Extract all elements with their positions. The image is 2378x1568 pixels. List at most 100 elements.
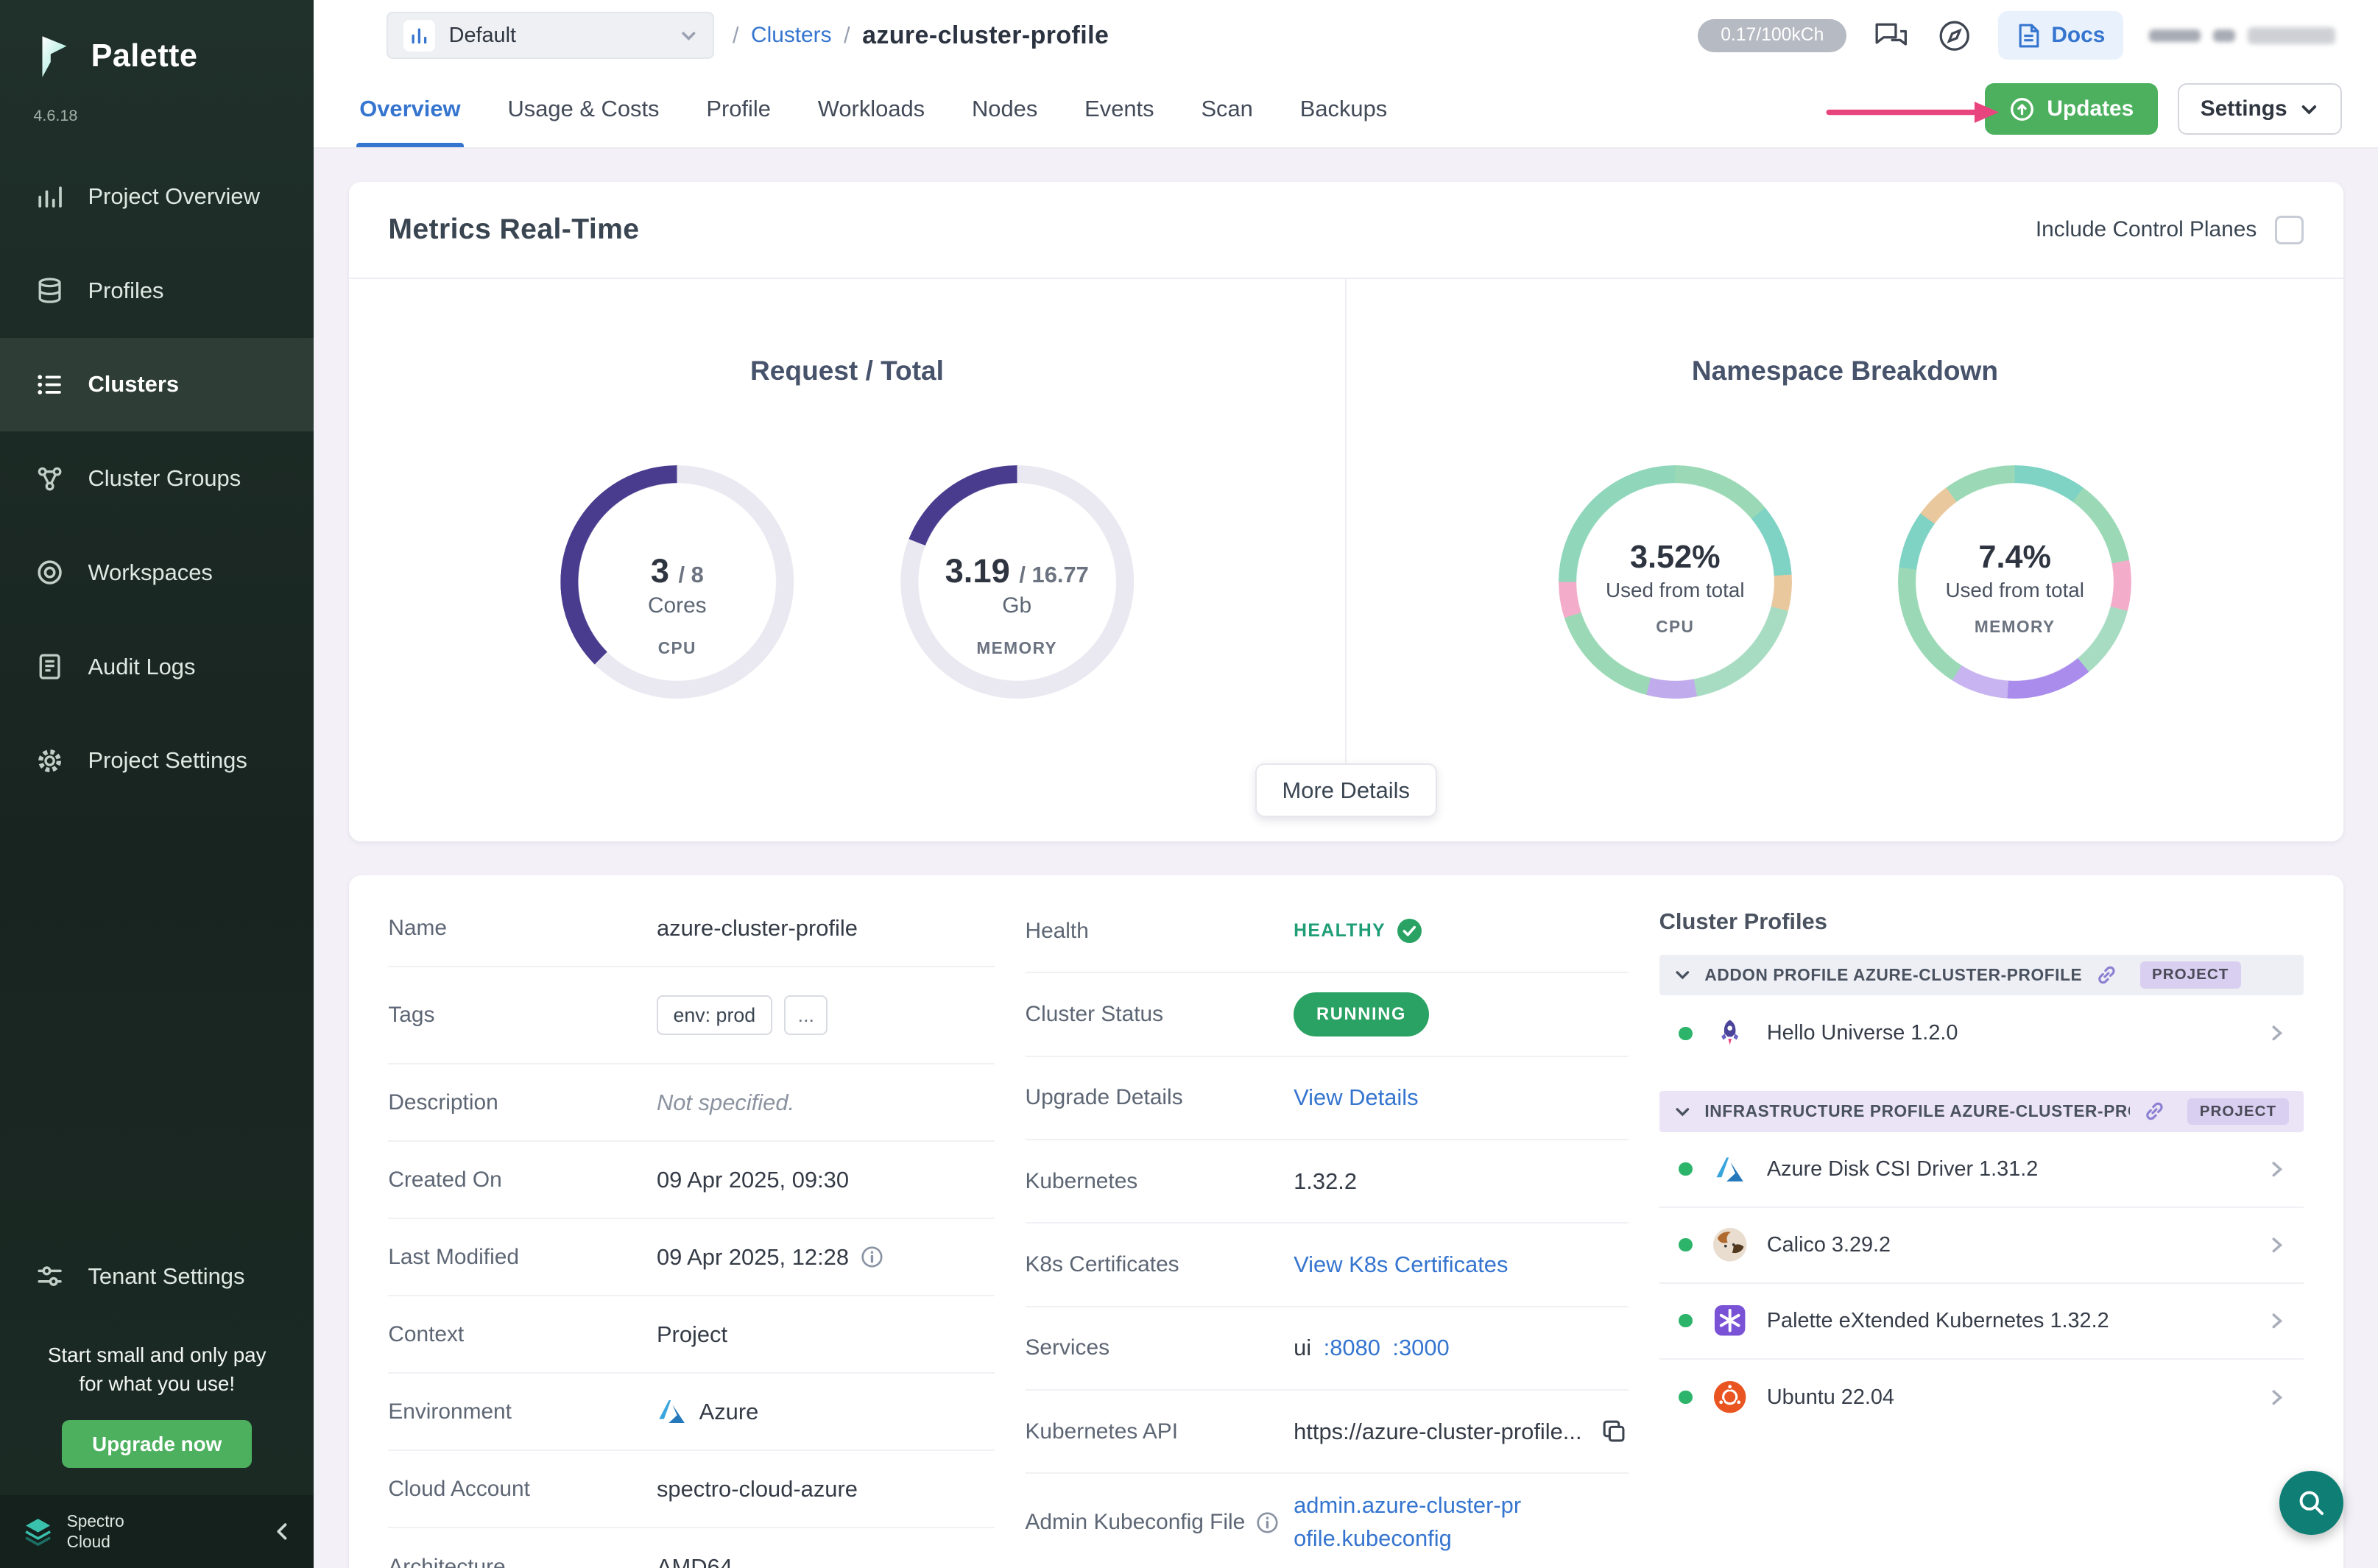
brand-name: Palette (91, 38, 198, 74)
updates-button[interactable]: Updates (1985, 83, 2158, 135)
cluster-overview-page: { "colors": { "accent_blue": "#3575cf", … (0, 0, 2378, 1568)
palette-logo-icon (30, 30, 76, 82)
namespace-cpu-pct: 3.52% (1630, 540, 1721, 576)
detail-row-name: Name azure-cluster-profile (388, 890, 995, 967)
update-circle-icon (2009, 96, 2035, 122)
collapse-sidebar-icon[interactable] (272, 1521, 293, 1542)
sidebar-item-workspaces[interactable]: Workspaces (0, 526, 314, 620)
sidebar-item-audit-logs[interactable]: Audit Logs (0, 620, 314, 714)
sidebar-item-project-settings[interactable]: Project Settings (0, 713, 314, 808)
include-control-planes: Include Control Planes (2036, 216, 2304, 244)
detail-row-cloud-account: Cloud Account spectro-cloud-azure (388, 1451, 995, 1528)
detail-row-admin-kubeconfig: Admin Kubeconfig File admin.azure-cluste… (1026, 1474, 1629, 1568)
status-dot (1679, 1314, 1693, 1328)
azure-icon (1711, 1150, 1749, 1188)
breadcrumb-separator: / (844, 22, 850, 49)
project-badge: PROJECT (2187, 1098, 2288, 1125)
view-k8s-certificates-link[interactable]: View K8s Certificates (1294, 1251, 1629, 1278)
tab-profile[interactable]: Profile (706, 71, 771, 147)
sidebar-item-profiles[interactable]: Profiles (0, 244, 314, 338)
metrics-card-head: Metrics Real-Time Include Control Planes (349, 182, 2343, 279)
infrastructure-profile-group: INFRASTRUCTURE PROFILE AZURE-CLUSTER-PRO… (1659, 1091, 2304, 1435)
tab-overview[interactable]: Overview (359, 71, 460, 147)
sidebar-item-tenant-settings[interactable]: Tenant Settings (0, 1229, 314, 1324)
user-menu-redacted[interactable] (2149, 27, 2335, 44)
tab-usage-costs[interactable]: Usage & Costs (507, 71, 659, 147)
tab-workloads[interactable]: Workloads (818, 71, 925, 147)
profile-item-calico[interactable]: Calico 3.29.2 (1659, 1208, 2304, 1284)
project-selector-value: Default (449, 24, 666, 48)
chevron-down-icon (1674, 1103, 1691, 1120)
main-area: Default / Clusters / azure-cluster-profi… (314, 0, 2378, 1568)
link-icon (2144, 1101, 2165, 1122)
topbar-right: 0.17/100kCh Docs (1698, 11, 2335, 60)
upgrade-now-button[interactable]: Upgrade now (62, 1420, 252, 1468)
sidebar-item-project-overview[interactable]: Project Overview (0, 149, 314, 244)
more-tags-chip[interactable]: ... (784, 995, 828, 1035)
project-chart-icon (403, 20, 435, 52)
clusters-list-icon (35, 370, 65, 400)
settings-button[interactable]: Settings (2178, 83, 2342, 135)
tab-backups[interactable]: Backups (1300, 71, 1387, 147)
status-dot (1679, 1391, 1693, 1405)
gear-icon (35, 746, 65, 776)
addon-profile-header[interactable]: ADDON PROFILE AZURE-CLUSTER-PROFILE PROJ… (1659, 955, 2304, 996)
metrics-title: Metrics Real-Time (388, 213, 639, 246)
detail-row-k8s-certificates: K8s Certificates View K8s Certificates (1026, 1223, 1629, 1307)
upgrade-promo-text: Start small and only pay for what you us… (0, 1324, 314, 1399)
tab-nodes[interactable]: Nodes (972, 71, 1037, 147)
breadcrumb-separator: / (733, 22, 739, 49)
memory-unit: Gb (1002, 593, 1031, 618)
more-details-button[interactable]: More Details (1255, 763, 1437, 817)
service-port-8080-link[interactable]: :8080 (1324, 1335, 1380, 1361)
project-selector[interactable]: Default (387, 12, 714, 59)
cluster-profiles-title: Cluster Profiles (1659, 908, 2304, 935)
layers-icon (35, 275, 65, 306)
memory-request-value: 3.19 (945, 552, 1010, 590)
profile-item-palette-extended-k8s[interactable]: Palette eXtended Kubernetes 1.32.2 (1659, 1284, 2304, 1360)
calico-icon (1711, 1226, 1749, 1264)
view-details-link[interactable]: View Details (1294, 1084, 1629, 1111)
detail-row-kubernetes: Kubernetes 1.32.2 (1026, 1140, 1629, 1223)
detail-row-created-on: Created On 09 Apr 2025, 09:30 (388, 1142, 995, 1219)
search-fab[interactable] (2279, 1471, 2343, 1535)
docs-button[interactable]: Docs (1998, 11, 2123, 60)
breadcrumb-current: azure-cluster-profile (862, 21, 1109, 50)
kubeconfig-download-link[interactable]: admin.azure-cluster-profile.kubeconfig (1294, 1489, 1524, 1555)
service-port-3000-link[interactable]: :3000 (1392, 1335, 1449, 1361)
link-icon (2096, 964, 2117, 986)
cpu-unit: Cores (648, 593, 707, 618)
sidebar-item-clusters[interactable]: Clusters (0, 338, 314, 432)
chat-icon[interactable] (1872, 18, 1910, 53)
service-name: ui (1294, 1335, 1311, 1361)
cluster-details-card: Name azure-cluster-profile Tags env: pro… (349, 875, 2343, 1568)
status-dot (1679, 1162, 1693, 1176)
more-details-row: More Details (349, 763, 2343, 841)
sidebar-item-cluster-groups[interactable]: Cluster Groups (0, 431, 314, 526)
tab-events[interactable]: Events (1084, 71, 1154, 147)
sidebar-item-label: Tenant Settings (88, 1263, 244, 1290)
status-dot (1679, 1027, 1693, 1041)
include-control-planes-label: Include Control Planes (2036, 217, 2257, 242)
sidebar-item-label: Workspaces (88, 559, 212, 586)
addon-profile-group: ADDON PROFILE AZURE-CLUSTER-PROFILE PROJ… (1659, 955, 2304, 1072)
cpu-request-total: / 8 (679, 562, 704, 587)
memory-request-total: / 16.77 (1019, 562, 1088, 587)
memory-request-donut: 3.19 / 16.77 Gb MEMORY (900, 465, 1134, 699)
chart-bars-icon (35, 181, 65, 211)
include-control-planes-checkbox[interactable] (2275, 216, 2304, 244)
profile-item-azure-disk-csi[interactable]: Azure Disk CSI Driver 1.31.2 (1659, 1132, 2304, 1208)
docs-label: Docs (2051, 23, 2105, 48)
profile-item-hello-universe[interactable]: Hello Universe 1.2.0 (1659, 995, 2304, 1071)
request-total-title: Request / Total (750, 355, 944, 386)
breadcrumb-clusters-link[interactable]: Clusters (751, 23, 832, 48)
profile-item-ubuntu[interactable]: Ubuntu 22.04 (1659, 1360, 2304, 1435)
tab-scan[interactable]: Scan (1201, 71, 1252, 147)
copy-icon[interactable] (1600, 1417, 1629, 1446)
info-icon[interactable] (1256, 1511, 1279, 1534)
memory-label: MEMORY (976, 638, 1057, 658)
compass-icon[interactable] (1936, 18, 1972, 54)
details-middle-column: Health HEALTHY Cluster Status RUNNING Up… (1026, 890, 1629, 1568)
infrastructure-profile-header[interactable]: INFRASTRUCTURE PROFILE AZURE-CLUSTER-PRO… (1659, 1091, 2304, 1132)
info-icon[interactable] (861, 1246, 883, 1268)
